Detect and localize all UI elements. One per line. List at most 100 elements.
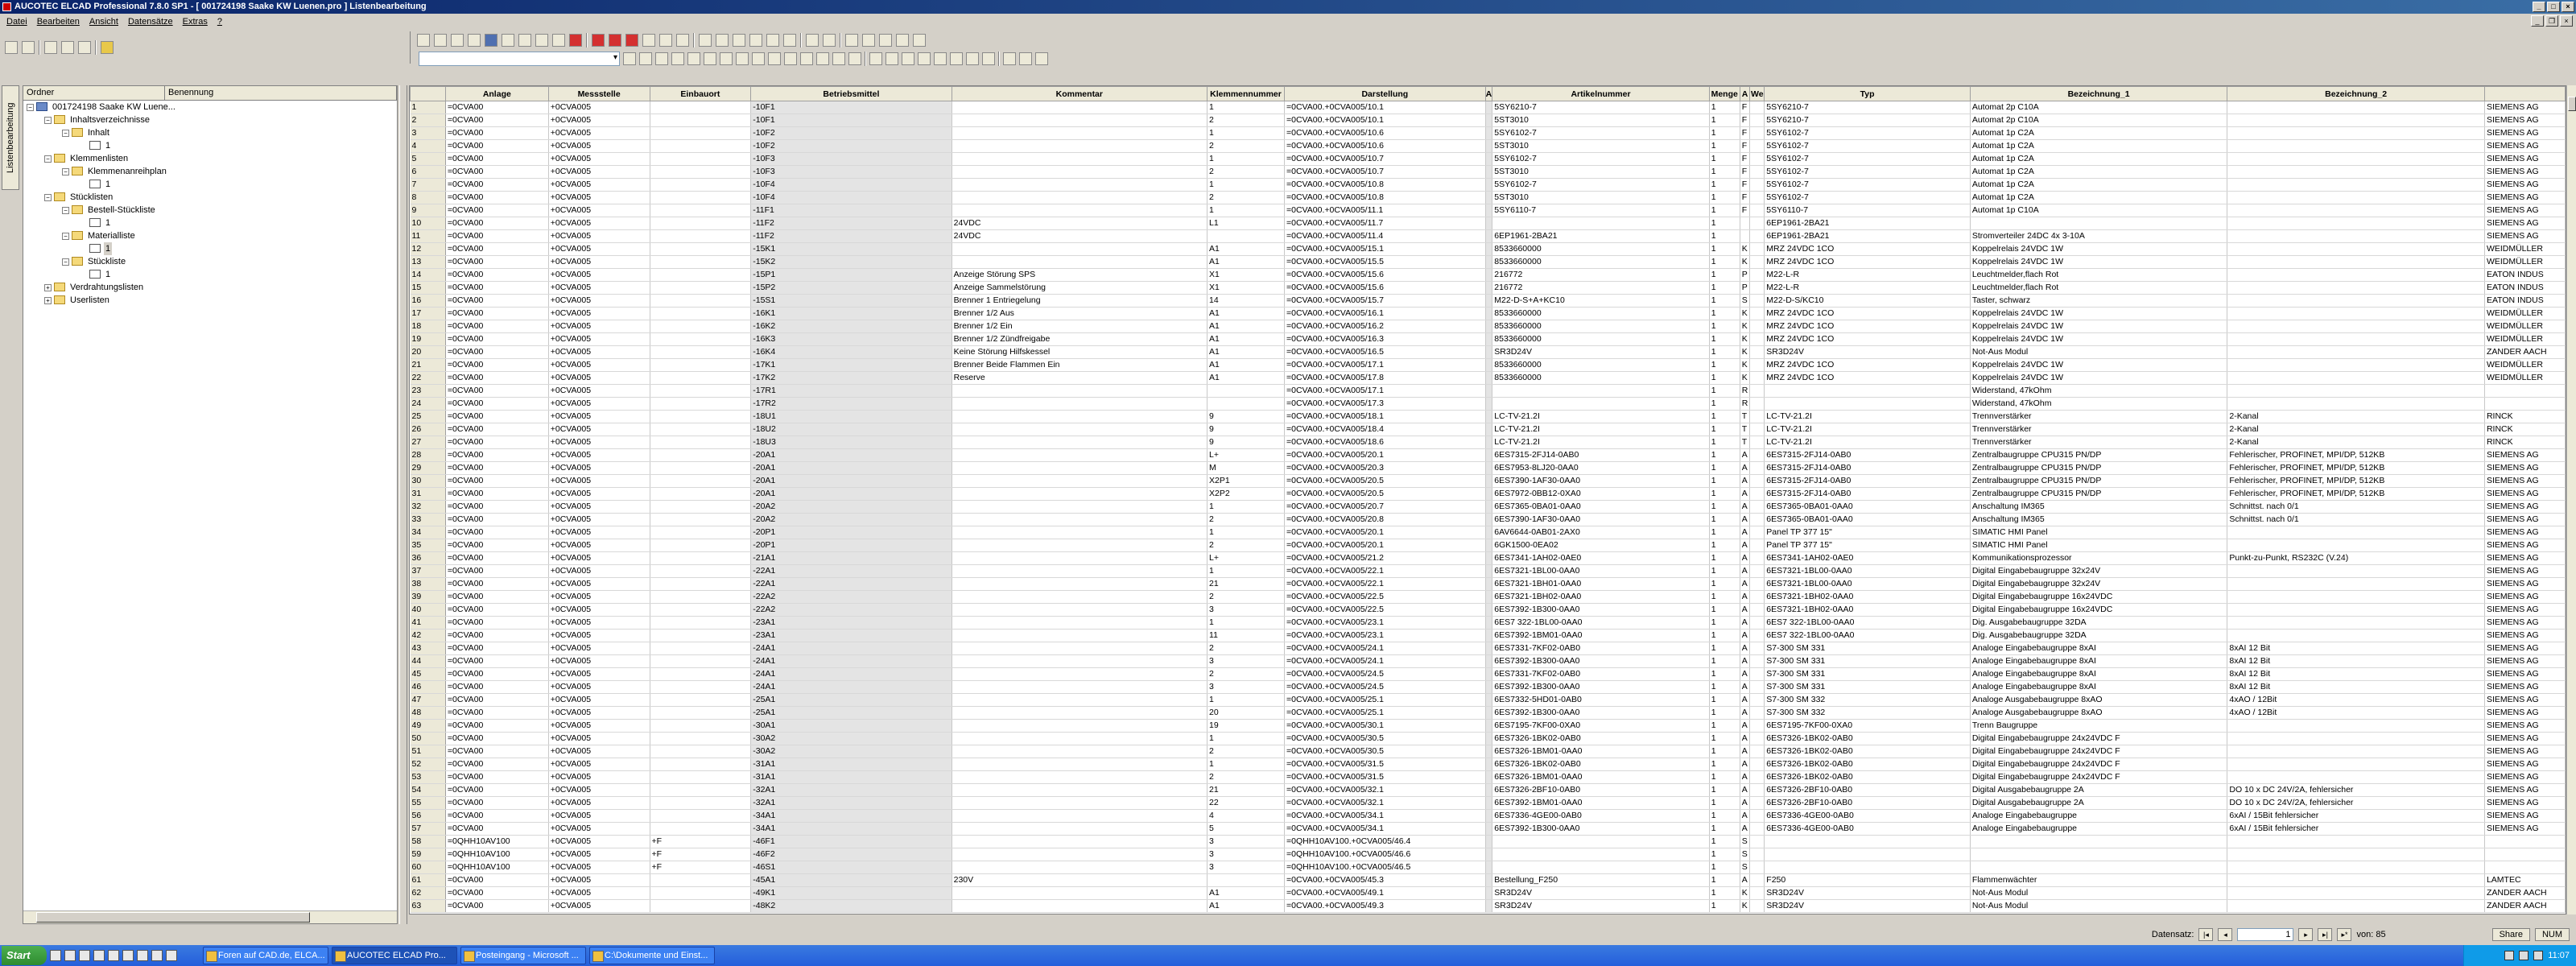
table-cell[interactable]: =0CVA00 — [445, 126, 549, 140]
table-cell[interactable]: =0CVA00 — [445, 642, 549, 655]
table-cell[interactable]: Panel TP 377 15" — [1764, 539, 1971, 552]
binoculars-icon[interactable] — [845, 34, 858, 47]
table-cell[interactable]: =0CVA00.+0CVA005/30.1 — [1284, 719, 1486, 733]
table-cell[interactable]: =0CVA00 — [445, 191, 549, 204]
table-row[interactable]: 56 =0CVA00 +0CVA005 -34A1 4 =0CVA00.+0CVA005/… — [410, 809, 2566, 823]
table-cell[interactable]: 8533660000 — [1492, 242, 1710, 256]
table-cell[interactable]: A — [1740, 513, 1751, 526]
column-header[interactable]: Anlage — [444, 86, 549, 101]
table-cell[interactable]: 6ES7332-5HD01-0AB0 — [1492, 693, 1710, 707]
table-cell[interactable]: +0CVA005 — [548, 758, 650, 771]
table-cell[interactable]: =0CVA00.+0CVA005/15.6 — [1284, 268, 1486, 282]
table-cell[interactable]: SR3D24V — [1764, 899, 1971, 913]
table-cell[interactable]: 1 — [1709, 229, 1740, 243]
table-cell[interactable]: 6xAI / 15Bit fehlersicher — [2227, 822, 2485, 836]
table-cell[interactable] — [650, 616, 752, 630]
table-row[interactable]: 54 =0CVA00 +0CVA005 -32A1 21 =0CVA00.+0CVA005… — [410, 783, 2566, 797]
column-header[interactable]: Artikelnummer — [1492, 86, 1710, 101]
table-cell[interactable]: F — [1740, 178, 1751, 192]
table-cell[interactable]: A — [1740, 461, 1751, 475]
previous-record-button[interactable]: ◂ — [2218, 928, 2233, 941]
table-cell[interactable] — [2484, 835, 2566, 848]
table-cell[interactable]: =0CVA00.+0CVA005/20.1 — [1284, 448, 1486, 462]
table-cell[interactable]: =0CVA00 — [445, 474, 549, 488]
table-cell[interactable]: SIEMENS AG — [2484, 629, 2566, 642]
table-cell[interactable]: 1 — [1709, 281, 1740, 295]
table-cell[interactable]: +0CVA005 — [548, 732, 650, 745]
table-cell[interactable] — [2227, 139, 2485, 153]
table-cell[interactable]: 8xAI 12 Bit — [2227, 654, 2485, 668]
column-header-extra[interactable] — [2483, 86, 2566, 101]
table-cell[interactable]: +0CVA005 — [548, 191, 650, 204]
table-cell[interactable]: K — [1740, 320, 1751, 333]
table-cell[interactable] — [1970, 861, 2228, 874]
tree-header-benennung[interactable]: Benennung — [165, 86, 397, 100]
table-cell[interactable]: =0CVA00 — [445, 564, 549, 578]
arrow-double-right-icon[interactable] — [609, 34, 621, 47]
table-cell[interactable]: SIEMENS AG — [2484, 551, 2566, 565]
table-cell[interactable] — [1749, 165, 1765, 179]
table-cell[interactable]: Automat 1p C2A — [1970, 152, 2228, 166]
table-cell[interactable]: =0CVA00.+0CVA005/11.4 — [1284, 229, 1486, 243]
table-cell[interactable] — [650, 474, 752, 488]
table-cell[interactable] — [650, 345, 752, 359]
table-cell[interactable]: -20A1 — [750, 487, 952, 501]
undo-icon[interactable] — [896, 34, 909, 47]
table-cell[interactable]: =0CVA00.+0CVA005/10.1 — [1284, 101, 1486, 114]
table-cell[interactable] — [1764, 861, 1971, 874]
table-cell[interactable] — [1749, 886, 1765, 900]
row-number[interactable]: 8 — [410, 191, 446, 204]
table-cell[interactable]: 5SY6110-7 — [1492, 204, 1710, 217]
table-cell[interactable]: Schnittst. nach 0/1 — [2227, 500, 2485, 514]
table-cell[interactable] — [1749, 500, 1765, 514]
delete-row-icon[interactable] — [752, 52, 765, 65]
table-cell[interactable] — [650, 693, 752, 707]
table-cell[interactable]: +0CVA005 — [548, 255, 650, 269]
table-cell[interactable]: 20 — [1207, 706, 1285, 720]
tree-item[interactable]: − Stückliste — [23, 255, 397, 268]
table-cell[interactable]: =0CVA00.+0CVA005/10.7 — [1284, 165, 1486, 179]
table-cell[interactable]: =0CVA00.+0CVA005/11.7 — [1284, 217, 1486, 230]
table-cell[interactable]: Trennverstärker — [1970, 410, 2228, 423]
table-cell[interactable]: K — [1740, 371, 1751, 385]
row-number[interactable]: 24 — [410, 397, 446, 411]
start-button[interactable]: Start — [2, 946, 47, 965]
table-cell[interactable]: 6ES7321-1BH02-0AA0 — [1764, 590, 1971, 604]
table-cell[interactable]: -15P1 — [750, 268, 952, 282]
table-cell[interactable]: Zentralbaugruppe CPU315 PN/DP — [1970, 461, 2228, 475]
table-cell[interactable]: =0CVA00.+0CVA005/15.5 — [1284, 255, 1486, 269]
table-cell[interactable]: Brenner 1/2 Aus — [952, 307, 1208, 320]
table-cell[interactable]: 3 — [1207, 603, 1285, 617]
table-cell[interactable] — [952, 642, 1208, 655]
table-cell[interactable] — [2484, 397, 2566, 411]
table-cell[interactable]: SIEMENS AG — [2484, 693, 2566, 707]
table-row[interactable]: 2 =0CVA00 +0CVA005 -10F1 2 =0CVA00.+0CVA005/1… — [410, 114, 2566, 127]
row-number[interactable]: 63 — [410, 899, 446, 913]
column-header[interactable]: Messstelle — [547, 86, 650, 101]
table-cell[interactable] — [650, 165, 752, 179]
table-cell[interactable]: 24VDC — [952, 217, 1208, 230]
table-cell[interactable]: 1 — [1709, 410, 1740, 423]
table-cell[interactable]: =0CVA00 — [445, 345, 549, 359]
row-number[interactable]: 50 — [410, 732, 446, 745]
table-cell[interactable]: =0CVA00.+0CVA005/20.5 — [1284, 487, 1486, 501]
task-forum[interactable]: Foren auf CAD.de, ELCA... — [203, 947, 328, 964]
table-cell[interactable]: F — [1740, 204, 1751, 217]
table-cell[interactable]: +0CVA005 — [548, 835, 650, 848]
tree-item[interactable]: 1 — [23, 242, 397, 255]
table-cell[interactable]: -25A1 — [750, 693, 952, 707]
arrow-up-icon[interactable] — [671, 52, 684, 65]
table-cell[interactable]: -48K2 — [750, 899, 952, 913]
row-number[interactable]: 48 — [410, 706, 446, 720]
table-cell[interactable]: -20A2 — [750, 513, 952, 526]
table-cell[interactable]: 2 — [1207, 539, 1285, 552]
list-layout-icon[interactable] — [518, 34, 531, 47]
tree-item[interactable]: 1 — [23, 178, 397, 191]
table-cell[interactable] — [952, 384, 1208, 398]
table-cell[interactable]: 1 — [1709, 719, 1740, 733]
table-cell[interactable] — [952, 101, 1208, 114]
table-cell[interactable]: +0CVA005 — [548, 796, 650, 810]
table-cell[interactable]: 6EP1961-2BA21 — [1764, 229, 1971, 243]
table-cell[interactable]: 6ES7392-1B300-0AA0 — [1492, 654, 1710, 668]
table-cell[interactable]: K — [1740, 332, 1751, 346]
